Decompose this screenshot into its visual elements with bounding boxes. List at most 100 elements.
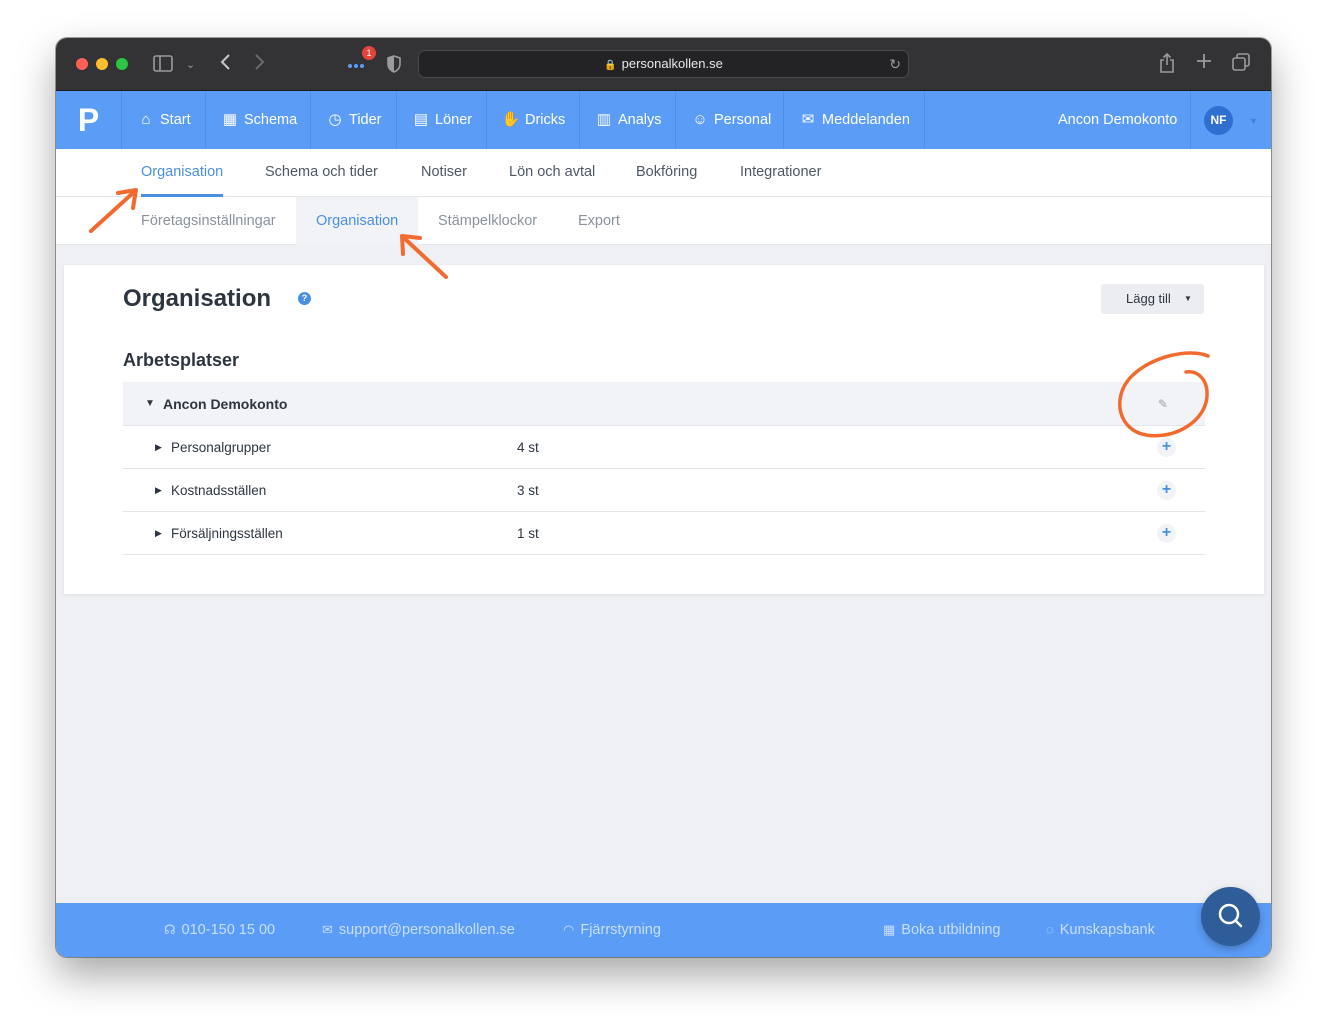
nav-personal[interactable]: ☺ Personal bbox=[676, 91, 784, 149]
nav-schema[interactable]: ▦ Schema bbox=[206, 91, 311, 149]
lock-icon: 🔒 bbox=[604, 60, 617, 71]
footer-phone: 010-150 15 00 bbox=[181, 922, 276, 938]
nav-dricks[interactable]: ✋ Dricks bbox=[487, 91, 580, 149]
avatar[interactable]: NF bbox=[1204, 106, 1233, 135]
footer-remote: Fjärrstyrning bbox=[580, 922, 661, 938]
expand-triangle-icon[interactable]: ▶ bbox=[155, 426, 162, 469]
row-count: 3 st bbox=[517, 483, 539, 498]
tab-lon-och-avtal[interactable]: Lön och avtal bbox=[509, 149, 595, 197]
footer-email: support@personalkollen.se bbox=[338, 922, 515, 938]
tab-schema-och-tider[interactable]: Schema och tider bbox=[265, 149, 378, 197]
table-row[interactable]: ▶ Personalgrupper 4 st + bbox=[123, 426, 1205, 469]
account-name[interactable]: Ancon Demokonto bbox=[1058, 91, 1177, 149]
envelope-icon: ✉ bbox=[322, 922, 333, 937]
footer-phone-link[interactable]: ☊ 010-150 15 00 bbox=[164, 903, 275, 957]
table-row[interactable]: ▶ Kostnadsställen 3 st + bbox=[123, 469, 1205, 512]
bar-chart-icon: ▥ bbox=[596, 111, 612, 128]
tab-notiser[interactable]: Notiser bbox=[421, 149, 467, 197]
wifi-icon: ◠ bbox=[563, 922, 575, 937]
tip-hand-icon: ✋ bbox=[501, 111, 521, 128]
clock-icon: ◷ bbox=[328, 111, 342, 128]
browser-window: ⌄ 1 🔒 personalkollen.se ↻ P ⌂ Start ▦ Sc… bbox=[56, 38, 1271, 957]
tab-bokforing[interactable]: Bokföring bbox=[636, 149, 697, 197]
subtab-foretagsinstallningar[interactable]: Företagsinställningar bbox=[141, 197, 276, 245]
minimize-window-button[interactable] bbox=[96, 58, 108, 70]
document-icon: ▤ bbox=[413, 111, 429, 128]
row-label: Kostnadsställen bbox=[171, 483, 267, 498]
privacy-shield-icon[interactable] bbox=[387, 55, 401, 76]
app-logo[interactable]: P bbox=[56, 91, 122, 149]
footer-training-link[interactable]: ▦ Boka utbildning bbox=[883, 903, 1000, 957]
back-icon[interactable] bbox=[219, 53, 231, 74]
nav-personal-label: Personal bbox=[714, 112, 772, 128]
sidebar-toggle-icon[interactable] bbox=[153, 55, 173, 75]
main-navigation: P ⌂ Start ▦ Schema ◷ Tider ▤ Löner ✋ Dricks ▥… bbox=[56, 91, 1271, 149]
nav-analys-label: Analys bbox=[618, 112, 662, 128]
tab-organisation[interactable]: Organisation bbox=[141, 149, 224, 197]
row-label: Försäljningsställen bbox=[171, 526, 283, 541]
nav-tider-label: Tider bbox=[349, 112, 382, 128]
footer-knowledge-link[interactable]: ◌ Kunskapsbank bbox=[1046, 903, 1155, 957]
add-plus-icon[interactable]: + bbox=[1157, 438, 1176, 457]
row-count: 1 st bbox=[517, 526, 539, 541]
nav-tider[interactable]: ◷ Tider bbox=[311, 91, 397, 149]
zoom-window-button[interactable] bbox=[116, 58, 128, 70]
row-count: 4 st bbox=[517, 440, 539, 455]
calendar-icon: ▦ bbox=[222, 111, 238, 128]
subtab-stampelklockor[interactable]: Stämpelklockor bbox=[438, 197, 537, 245]
nav-dricks-label: Dricks bbox=[525, 112, 566, 128]
footer: ☊ 010-150 15 00 ✉ support@personalkollen.s… bbox=[56, 903, 1271, 957]
add-plus-icon[interactable]: + bbox=[1157, 524, 1176, 543]
add-button-label: Lägg till bbox=[1126, 291, 1171, 306]
search-icon bbox=[1218, 903, 1243, 928]
chevron-down-icon[interactable]: ⌄ bbox=[186, 56, 195, 74]
help-search-button[interactable] bbox=[1201, 887, 1260, 946]
caret-down-icon[interactable]: ▼ bbox=[1249, 116, 1258, 126]
edit-pencil-icon[interactable]: ✎ bbox=[1158, 382, 1168, 426]
section-title: Arbetsplatser bbox=[123, 350, 240, 370]
expand-triangle-icon[interactable]: ▶ bbox=[155, 512, 162, 555]
subtab-export[interactable]: Export bbox=[578, 197, 620, 245]
new-tab-icon[interactable] bbox=[1196, 53, 1212, 72]
close-window-button[interactable] bbox=[76, 58, 88, 70]
address-bar[interactable]: 🔒 personalkollen.se ↻ bbox=[418, 50, 909, 78]
help-icon[interactable]: ? bbox=[298, 292, 311, 305]
organisation-card: Organisation ? Lägg till ▼ Arbetsplatser… bbox=[64, 265, 1264, 594]
footer-email-link[interactable]: ✉ support@personalkollen.se bbox=[322, 903, 515, 957]
account-divider bbox=[1190, 91, 1191, 149]
footer-remote-link[interactable]: ◠ Fjärrstyrning bbox=[563, 903, 661, 957]
nav-start[interactable]: ⌂ Start bbox=[122, 91, 206, 149]
notification-badge: 1 bbox=[362, 46, 376, 60]
share-icon[interactable] bbox=[1159, 52, 1175, 76]
add-plus-icon[interactable]: + bbox=[1157, 481, 1176, 500]
nav-meddelanden[interactable]: ✉ Meddelanden bbox=[784, 91, 925, 149]
collapse-triangle-icon[interactable]: ▼ bbox=[145, 382, 155, 426]
settings-tabs: Organisation Schema och tider Notiser Lö… bbox=[56, 149, 1271, 197]
forward-icon[interactable] bbox=[254, 53, 266, 74]
reload-icon[interactable]: ↻ bbox=[889, 51, 901, 77]
footer-knowledge: Kunskapsbank bbox=[1059, 922, 1155, 938]
home-icon: ⌂ bbox=[141, 111, 151, 128]
nav-analys[interactable]: ▥ Analys bbox=[580, 91, 676, 149]
subtab-organisation[interactable]: Organisation bbox=[296, 197, 419, 245]
tab-integrationer[interactable]: Integrationer bbox=[740, 149, 821, 197]
nav-loner[interactable]: ▤ Löner bbox=[397, 91, 487, 149]
workplace-root-row[interactable]: ▼ Ancon Demokonto ✎ bbox=[123, 382, 1205, 426]
headset-icon: ☊ bbox=[164, 922, 176, 937]
calendar-icon: ▦ bbox=[883, 922, 896, 937]
envelope-icon: ✉ bbox=[801, 111, 815, 128]
page-title: Organisation bbox=[123, 285, 272, 312]
add-button[interactable]: Lägg till ▼ bbox=[1101, 284, 1204, 314]
nav-meddelanden-label: Meddelanden bbox=[822, 112, 910, 128]
expand-triangle-icon[interactable]: ▶ bbox=[155, 469, 162, 512]
table-row[interactable]: ▶ Försäljningsställen 1 st + bbox=[123, 512, 1205, 555]
organisation-subtabs: Företagsinställningar Organisation Stämp… bbox=[56, 197, 1271, 245]
nav-schema-label: Schema bbox=[244, 112, 298, 128]
browser-toolbar: ⌄ 1 🔒 personalkollen.se ↻ bbox=[56, 38, 1271, 91]
tab-overview-icon[interactable] bbox=[1232, 53, 1250, 74]
caret-down-icon: ▼ bbox=[1184, 294, 1192, 303]
url-text: personalkollen.se bbox=[621, 56, 723, 71]
workplace-root-label: Ancon Demokonto bbox=[163, 396, 288, 412]
nav-start-label: Start bbox=[160, 112, 191, 128]
nav-loner-label: Löner bbox=[435, 112, 473, 128]
